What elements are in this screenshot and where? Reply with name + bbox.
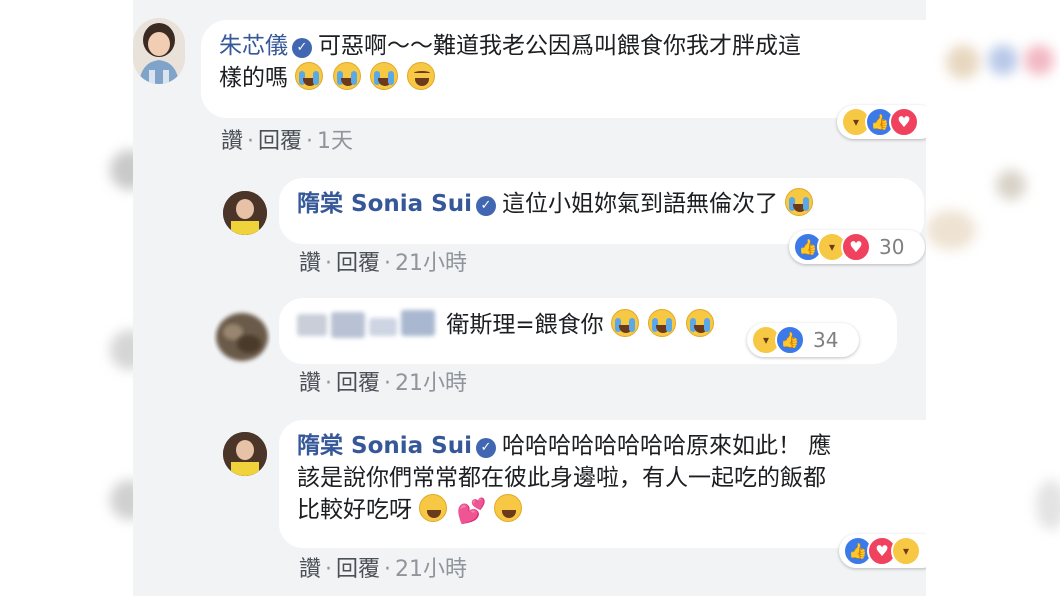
right-blurred-margin <box>926 0 1060 596</box>
comment-actions: 讚 · 回覆 · 21小時 <box>299 370 467 398</box>
comment-author[interactable]: 隋棠 Sonia Sui <box>297 433 472 459</box>
like-link[interactable]: 讚 <box>221 129 243 154</box>
separator: · <box>325 371 333 396</box>
reaction-summary[interactable]: 👍 ▾ ♥ 30 <box>789 230 925 264</box>
blurred-shape <box>110 150 133 190</box>
separator: · <box>325 557 333 582</box>
like-link[interactable]: 讚 <box>299 251 321 276</box>
laughing-tears-emoji-icon <box>610 309 639 337</box>
verified-badge-icon: ✓ <box>475 438 496 458</box>
laughing-tears-emoji-icon <box>785 188 814 216</box>
reaction-summary[interactable]: ▾ 👍 ♥ <box>837 105 926 139</box>
love-reaction-icon: ♥ <box>841 232 871 262</box>
love-reaction-icon: ♥ <box>889 107 919 137</box>
reaction-summary[interactable]: 👍 ♥ ▾ <box>839 534 926 568</box>
laughing-tears-emoji-icon <box>685 309 714 337</box>
comment-text-line2: 該是說你們常常都在彼此身邊啦，有人一起吃的飯都 <box>297 465 826 491</box>
blurred-shape <box>926 210 976 250</box>
savoring-emoji-icon <box>419 494 448 522</box>
comment-text: 這位小姐妳氣到語無倫次了 <box>501 191 778 217</box>
avatar[interactable] <box>223 432 267 476</box>
blurred-shape <box>946 45 980 79</box>
laughing-tears-emoji-icon <box>648 309 677 337</box>
blurred-shape <box>1036 480 1060 530</box>
verified-badge-icon: ✓ <box>292 38 312 58</box>
haha-reaction-icon: ▾ <box>891 536 921 566</box>
blurred-shape <box>988 45 1018 75</box>
separator: · <box>306 129 314 154</box>
crying-emoji-icon <box>332 62 361 90</box>
comment-bubble: 隋棠 Sonia Sui ✓ 哈哈哈哈哈哈哈哈原來如此！ 應 該是說你們常常都在彼此… <box>279 420 926 548</box>
blurred-shape <box>996 170 1026 200</box>
reply-link[interactable]: 回覆 <box>258 129 302 154</box>
comment-bubble: 朱芯儀 ✓ 可惡啊～～難道我老公因爲叫餵食你我才胖成這 樣的嗎 <box>201 20 926 118</box>
censored-author-name <box>297 308 439 338</box>
timestamp[interactable]: 1天 <box>317 129 353 154</box>
blurred-shape <box>110 480 133 520</box>
grinning-emoji-icon <box>493 494 522 522</box>
separator: · <box>325 251 333 276</box>
reply-link[interactable]: 回覆 <box>336 371 380 396</box>
comments-panel: 朱芯儀 ✓ 可惡啊～～難道我老公因爲叫餵食你我才胖成這 樣的嗎 ▾ 👍 ♥ 讚 · 回覆… <box>133 0 926 596</box>
comment-text: 衛斯理=餵食你 <box>446 312 604 338</box>
comment-author[interactable]: 朱芯儀 <box>219 33 288 59</box>
comment-text-line3: 比較好吃呀 <box>297 497 412 523</box>
comment-actions: 讚 · 回覆 · 21小時 <box>299 250 467 278</box>
blurred-shape <box>110 330 133 370</box>
separator: · <box>247 129 255 154</box>
comment-text: 可惡啊～～難道我老公因爲叫餵食你我才胖成這 <box>318 33 801 59</box>
reply-link[interactable]: 回覆 <box>336 557 380 582</box>
avatar[interactable] <box>133 18 185 84</box>
crying-emoji-icon <box>295 62 324 90</box>
timestamp[interactable]: 21小時 <box>395 371 467 396</box>
left-blurred-margin <box>0 0 133 596</box>
comment-text-line1: 哈哈哈哈哈哈哈哈原來如此！ 應 <box>501 433 832 459</box>
comment-text-line2: 樣的嗎 <box>219 65 288 91</box>
separator: · <box>384 557 392 582</box>
timestamp[interactable]: 21小時 <box>395 251 467 276</box>
reaction-count: 30 <box>879 235 905 259</box>
verified-badge-icon: ✓ <box>475 196 496 216</box>
comment-author[interactable]: 隋棠 Sonia Sui <box>297 191 472 217</box>
separator: · <box>384 251 392 276</box>
avatar-blurred[interactable] <box>213 308 271 366</box>
rolling-laughing-emoji-icon <box>407 62 436 90</box>
like-link[interactable]: 讚 <box>299 371 321 396</box>
reaction-count: 34 <box>813 328 839 352</box>
avatar[interactable] <box>223 191 267 235</box>
crying-emoji-icon <box>369 62 398 90</box>
like-reaction-icon: 👍 <box>775 325 805 355</box>
comment-actions: 讚 · 回覆 · 21小時 <box>299 556 467 584</box>
separator: · <box>384 371 392 396</box>
reaction-summary[interactable]: ▾ 👍 34 <box>747 323 859 357</box>
two-hearts-emoji-icon: 💕 <box>456 497 487 525</box>
reply-link[interactable]: 回覆 <box>336 251 380 276</box>
like-link[interactable]: 讚 <box>299 557 321 582</box>
blurred-shape <box>1024 45 1054 75</box>
comment-actions: 讚 · 回覆 · 1天 <box>221 128 353 156</box>
timestamp[interactable]: 21小時 <box>395 557 467 582</box>
